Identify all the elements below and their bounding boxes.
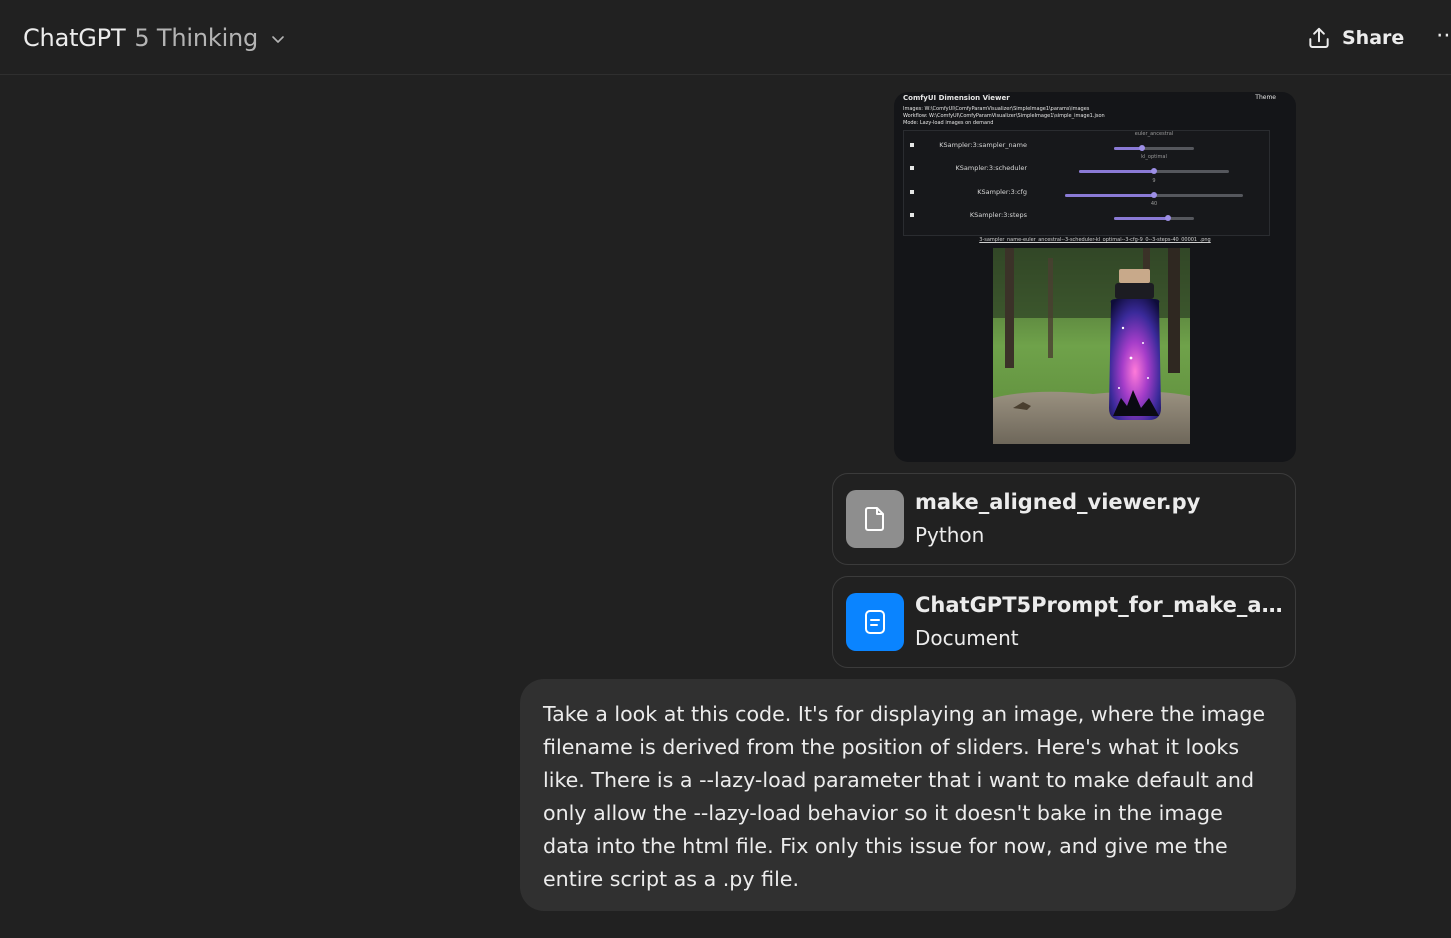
- param-checkbox: [910, 166, 914, 170]
- slider-fill: [1114, 147, 1142, 150]
- viewer-meta-workflow: Workflow: W:\ComfyUI\ComfyParamVisualize…: [903, 113, 1105, 119]
- attachment-name: make_aligned_viewer.py: [915, 490, 1201, 514]
- attached-image[interactable]: ComfyUI Dimension Viewer Theme Images: W…: [894, 92, 1296, 462]
- slider-fill: [1079, 170, 1154, 173]
- param-row: KSampler:3:steps 40: [904, 201, 1269, 226]
- param-label: KSampler:3:steps: [969, 211, 1027, 219]
- attachment-card-document[interactable]: ChatGPT5Prompt_for_make_aligned_viewer D…: [832, 576, 1296, 668]
- slider-knob: [1151, 168, 1157, 174]
- slider-knob: [1139, 145, 1145, 151]
- param-slider: [1114, 145, 1194, 151]
- param-value: kl_optimal: [1141, 154, 1167, 160]
- param-slider: [1065, 192, 1243, 198]
- viewer-title: ComfyUI Dimension Viewer: [903, 94, 1010, 102]
- user-message-text: Take a look at this code. It's for displ…: [543, 702, 1266, 891]
- attachment-card-python[interactable]: make_aligned_viewer.py Python: [832, 473, 1296, 565]
- param-label: KSampler:3:cfg: [977, 188, 1027, 196]
- bottle-picture: [993, 248, 1190, 444]
- param-value: 9: [1152, 178, 1156, 184]
- viewer-meta-mode: Mode: Lazy-load images on demand: [903, 120, 994, 126]
- viewer-theme-button: Theme: [1255, 94, 1276, 101]
- param-value: 40: [1150, 201, 1158, 207]
- param-slider: [1114, 215, 1194, 221]
- model-name: ChatGPT: [23, 24, 126, 52]
- attachment-name: ChatGPT5Prompt_for_make_aligned_viewer: [915, 593, 1285, 617]
- user-message-bubble: Take a look at this code. It's for displ…: [520, 679, 1296, 911]
- param-label: KSampler:3:sampler_name: [939, 141, 1027, 149]
- param-row: KSampler:3:scheduler kl_optimal: [904, 154, 1269, 179]
- param-slider: [1079, 168, 1229, 174]
- file-icon: [846, 490, 904, 548]
- more-options-button[interactable]: ⋯: [1436, 25, 1451, 48]
- file-glyph-icon: [865, 507, 884, 531]
- document-glyph-icon: [865, 610, 885, 634]
- param-value: euler_ancestral: [1134, 131, 1174, 137]
- share-label: Share: [1342, 27, 1405, 49]
- slider-fill: [1114, 217, 1168, 220]
- viewer-filename-link: 3-sampler_name-euler_ancestral--3-schedu…: [979, 237, 1211, 243]
- param-label: KSampler:3:scheduler: [955, 164, 1027, 172]
- param-checkbox: [910, 213, 914, 217]
- share-button[interactable]: Share: [1306, 22, 1404, 54]
- viewer-meta-images: Images: W:\ComfyUI\ComfyParamVisualizer\…: [903, 106, 1090, 112]
- param-checkbox: [910, 143, 914, 147]
- share-icon: [1309, 27, 1329, 48]
- top-bar: ChatGPT 5 Thinking Share ⋯: [0, 0, 1451, 75]
- attachment-type: Document: [915, 626, 1019, 650]
- viewer-slider-panel: KSampler:3:sampler_name euler_ancestral …: [903, 130, 1270, 236]
- generated-image: [993, 248, 1190, 444]
- model-selector[interactable]: ChatGPT 5 Thinking: [23, 22, 286, 54]
- param-row: KSampler:3:sampler_name euler_ancestral: [904, 131, 1269, 156]
- param-row: KSampler:3:cfg 9: [904, 178, 1269, 203]
- chevron-down-icon: [272, 36, 284, 43]
- attachment-type: Python: [915, 523, 985, 547]
- slider-fill: [1065, 194, 1154, 197]
- param-checkbox: [910, 190, 914, 194]
- slider-knob: [1151, 192, 1157, 198]
- document-icon: [846, 593, 904, 651]
- slider-knob: [1164, 215, 1171, 221]
- model-version: 5 Thinking: [134, 24, 259, 52]
